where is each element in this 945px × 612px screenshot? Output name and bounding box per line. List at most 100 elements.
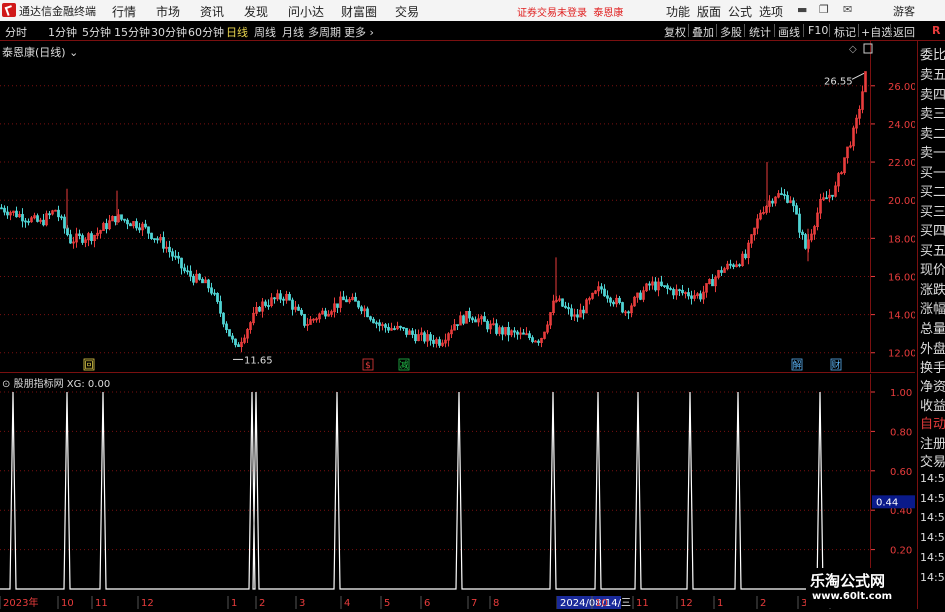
candle-body (804, 234, 807, 249)
candle-body (666, 285, 669, 289)
minimize-icon[interactable]: ▬ (797, 3, 807, 16)
back-button[interactable]: 返回 (893, 24, 915, 40)
menu-zixun[interactable]: 资讯 (200, 3, 224, 20)
restore-icon[interactable]: ❐ (819, 3, 829, 16)
quote-field-label[interactable]: 自动 (920, 413, 945, 432)
title-bar: 通达信金融终端 行情 市场 资讯 发现 问小达 财富圈 交易 证券交易未登录 泰… (0, 0, 945, 21)
menu-jiaoyi[interactable]: 交易 (395, 3, 419, 20)
candle-body (456, 324, 459, 326)
period-tab-30min[interactable]: 30分钟 (151, 24, 187, 40)
kline-chart-panel[interactable]: 26.00 24.00 22.00 20.00 18.00 16.00 14.00 12.00… (0, 41, 917, 373)
price-tick-label: 12.00 (888, 349, 915, 360)
toolbar-divider (890, 24, 891, 37)
menu-hangqing[interactable]: 行情 (112, 3, 136, 20)
candle-body (69, 234, 72, 244)
indicator-settings-icon[interactable]: ⊙ (2, 379, 10, 390)
period-tab-multi[interactable]: 多周期 (308, 24, 341, 40)
candle-body (81, 235, 84, 243)
candle-body (483, 316, 486, 322)
quote-field-label: 换手 (920, 361, 945, 376)
login-warning[interactable]: 证券交易未登录 泰恩康 (517, 4, 623, 19)
overlay-button[interactable]: 叠加 (692, 24, 714, 40)
candle-body (831, 194, 834, 197)
candle-body (42, 219, 45, 226)
period-tab-60min[interactable]: 60分钟 (188, 24, 224, 40)
menu-faxian[interactable]: 发现 (244, 3, 268, 20)
kline-chart[interactable]: 26.00 24.00 22.00 20.00 18.00 16.00 14.00 12.00… (0, 41, 917, 373)
menu-xuanxiang[interactable]: 选项 (759, 3, 783, 20)
candle-body (798, 213, 801, 233)
menu-shichang[interactable]: 市场 (156, 3, 180, 20)
candle-body (681, 289, 684, 294)
candle-body (150, 232, 153, 239)
period-tab-monthly[interactable]: 月线 (282, 24, 304, 40)
candle-body (324, 310, 327, 317)
fuquan-button[interactable]: 复权 (664, 24, 686, 40)
watermark: 乐淘公式网 www.60lt.com (806, 568, 916, 608)
candle-body (129, 223, 132, 227)
candle-body (156, 238, 159, 241)
tick-time: 14:56 (920, 571, 945, 584)
candle-body (672, 289, 675, 296)
candle-body (114, 216, 117, 223)
mark-button[interactable]: 标记 (834, 24, 856, 40)
candle-body (234, 338, 237, 346)
draw-line-button[interactable]: 画线 (778, 24, 800, 40)
quote-field-label[interactable]: 注册 (920, 433, 945, 452)
guest-label[interactable]: 游客 (893, 3, 915, 19)
menu-banmian[interactable]: 版面 (697, 3, 721, 20)
candle-body (183, 267, 186, 272)
menu-gongshi[interactable]: 公式 (728, 3, 752, 20)
quote-field-label[interactable]: 交易 (920, 451, 945, 470)
date-axis: 2023年 10 11 12 1 2 3 4 5 6 7 8 2024/08/14/三 10 11 12 1 2 3… (0, 596, 915, 609)
period-tab-daily[interactable]: 日线 (226, 24, 248, 40)
period-tab-more[interactable]: 更多 › (344, 24, 374, 40)
tick-time: 14:56 (920, 472, 945, 485)
menu-wenxiaoda[interactable]: 问小达 (288, 3, 324, 20)
quote-field-label: 卖四 (920, 88, 945, 103)
add-favorite-button[interactable]: +自选 (861, 24, 892, 40)
candle-body (660, 281, 663, 287)
candle-body (291, 299, 294, 310)
event-marker-label: 减 (399, 359, 408, 371)
dropdown-icon[interactable]: ⌄ (69, 46, 78, 59)
indicator-panel[interactable]: 1.00 0.80 0.60 0.40 0.20 0.44 ⊙ 股朋指标网 XG: 0.0… (0, 374, 915, 596)
mail-icon[interactable]: ✉ (843, 3, 852, 16)
date-label: 10 (61, 598, 74, 609)
candle-body (699, 293, 702, 300)
period-tab-fenshi[interactable]: 分时 (5, 24, 27, 40)
candle-body (720, 270, 723, 273)
period-toolbar: 分时 1分钟 5分钟 15分钟 30分钟 60分钟 日线 周线 月线 多周期 更… (0, 21, 945, 41)
indicator-chart[interactable]: 1.000.800.600.400.200.44 (0, 374, 915, 596)
candle-body (168, 246, 171, 253)
candle-body (537, 340, 540, 343)
candle-body (36, 215, 39, 222)
indicator-tick-label: 0.20 (890, 546, 912, 557)
candle-body (468, 311, 471, 319)
menu-gongneng[interactable]: 功能 (666, 3, 690, 20)
chart-title: 泰恩康(日线) ⌄ (2, 46, 79, 59)
quote-field-label: 卖二 (920, 127, 945, 142)
candle-body (273, 297, 276, 300)
date-label: 1 (717, 598, 723, 609)
menu-caifuquan[interactable]: 财富圈 (341, 3, 377, 20)
candle-body (216, 293, 219, 302)
candle-body (279, 293, 282, 300)
candle-body (570, 308, 573, 317)
candle-body (516, 331, 519, 335)
f10-button[interactable]: F10 (808, 24, 828, 37)
period-tab-5min[interactable]: 5分钟 (82, 24, 111, 40)
stats-button[interactable]: 统计 (749, 24, 771, 40)
multi-stock-button[interactable]: 多股 (720, 24, 742, 40)
candle-body (792, 200, 795, 207)
tick-time: 14:56 (920, 511, 945, 524)
quote-field-label: 涨幅 (920, 302, 945, 317)
period-tab-1min[interactable]: 1分钟 (48, 24, 77, 40)
candle-body (780, 193, 783, 196)
candle-body (654, 281, 657, 291)
period-tab-15min[interactable]: 15分钟 (114, 24, 150, 40)
candle-body (486, 321, 489, 330)
candle-body (162, 237, 165, 249)
period-tab-weekly[interactable]: 周线 (254, 24, 276, 40)
quote-field-label: 现价 (920, 263, 945, 278)
